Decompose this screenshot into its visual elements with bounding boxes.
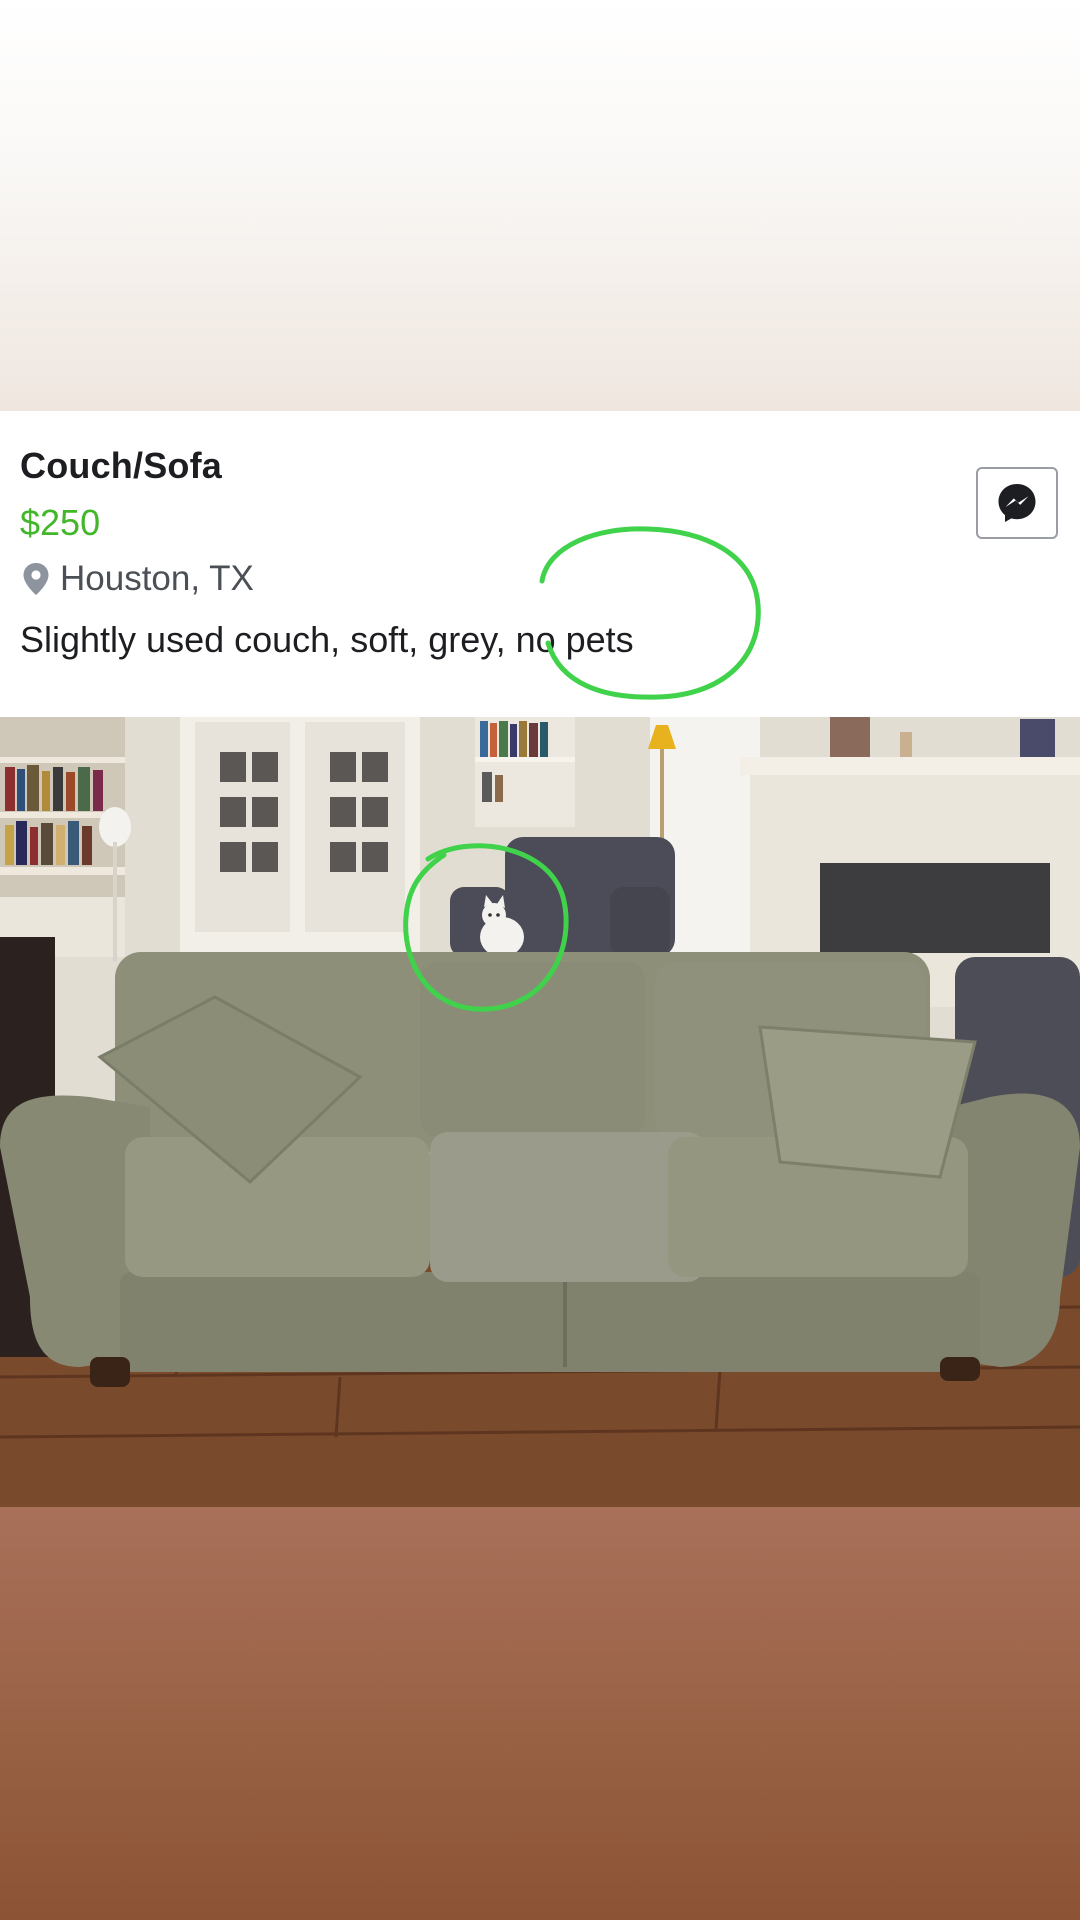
location-text: Houston, TX: [60, 559, 254, 598]
bookshelf-left: [0, 717, 131, 962]
french-doors: [180, 717, 420, 957]
couch: [0, 952, 1080, 1387]
bottom-background-gradient: [0, 1507, 1080, 1920]
listing-card: Couch/Sofa $250 Houston, TX Slightly use…: [0, 411, 1080, 717]
couch-photo-illustration: [0, 717, 1080, 1507]
listing-description: Slightly used couch, soft, grey, no pets: [20, 619, 634, 660]
message-seller-button[interactable]: [976, 467, 1058, 539]
top-background-gradient: [0, 0, 1080, 411]
listing-title: Couch/Sofa: [20, 445, 223, 486]
listing-location: Houston, TX: [22, 559, 254, 599]
bookshelf-middle: [475, 717, 575, 827]
messenger-icon: [998, 484, 1036, 522]
listing-price: $250: [20, 502, 101, 543]
annotation-circle-cat: [403, 843, 569, 1012]
map-pin-icon: [23, 563, 49, 595]
listing-photo[interactable]: [0, 717, 1080, 1507]
